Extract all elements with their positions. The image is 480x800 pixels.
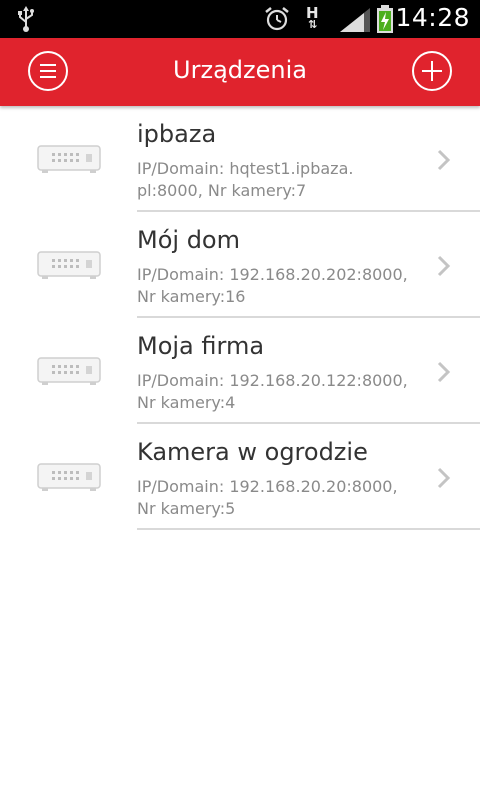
device-details: IP/Domain: hqtest1.ipbaza. pl:8000, Nr k…	[137, 158, 427, 202]
hplus-data-icon: H ⇅	[306, 4, 319, 31]
device-name: ipbaza	[137, 120, 217, 148]
chevron-right-icon	[437, 467, 451, 489]
chevron-right-icon	[437, 361, 451, 383]
device-detail-line: Nr kamery:16	[137, 287, 246, 306]
status-time: 14:28	[395, 3, 470, 32]
dvr-device-icon	[37, 251, 101, 279]
device-list-item[interactable]: Kamera w ogrodzie IP/Domain: 192.168.20.…	[0, 424, 480, 530]
device-details: IP/Domain: 192.168.20.122:8000, Nr kamer…	[137, 370, 427, 414]
signal-icon	[340, 8, 370, 32]
device-list-item[interactable]: ipbaza IP/Domain: hqtest1.ipbaza. pl:800…	[0, 106, 480, 212]
device-details: IP/Domain: 192.168.20.20:8000, Nr kamery…	[137, 476, 427, 520]
battery-charging-icon	[377, 5, 393, 33]
device-list-item[interactable]: Moja firma IP/Domain: 192.168.20.122:800…	[0, 318, 480, 424]
add-device-button[interactable]	[412, 51, 452, 91]
device-details: IP/Domain: 192.168.20.202:8000, Nr kamer…	[137, 264, 427, 308]
status-bar: H ⇅ 14:28	[0, 0, 480, 38]
device-name: Kamera w ogrodzie	[137, 438, 368, 466]
device-detail-line: IP/Domain: 192.168.20.202:8000,	[137, 265, 408, 284]
app-header: Urządzenia	[0, 38, 480, 106]
alarm-icon	[265, 7, 289, 31]
dvr-device-icon	[37, 357, 101, 385]
device-list-item[interactable]: Mój dom IP/Domain: 192.168.20.202:8000, …	[0, 212, 480, 318]
device-detail-line: IP/Domain: 192.168.20.122:8000,	[137, 371, 408, 390]
device-name: Mój dom	[137, 226, 240, 254]
dvr-device-icon	[37, 145, 101, 173]
device-detail-line: IP/Domain: 192.168.20.20:8000,	[137, 477, 398, 496]
device-name: Moja firma	[137, 332, 265, 360]
device-detail-line: IP/Domain: hqtest1.ipbaza.	[137, 159, 354, 178]
device-detail-line: Nr kamery:5	[137, 499, 236, 518]
device-detail-line: Nr kamery:4	[137, 393, 236, 412]
usb-icon	[18, 6, 34, 32]
chevron-right-icon	[437, 149, 451, 171]
page-title: Urządzenia	[173, 56, 307, 84]
dvr-device-icon	[37, 463, 101, 491]
divider	[137, 528, 480, 530]
chevron-right-icon	[437, 255, 451, 277]
device-list: ipbaza IP/Domain: hqtest1.ipbaza. pl:800…	[0, 106, 480, 530]
device-detail-line: pl:8000, Nr kamery:7	[137, 181, 307, 200]
